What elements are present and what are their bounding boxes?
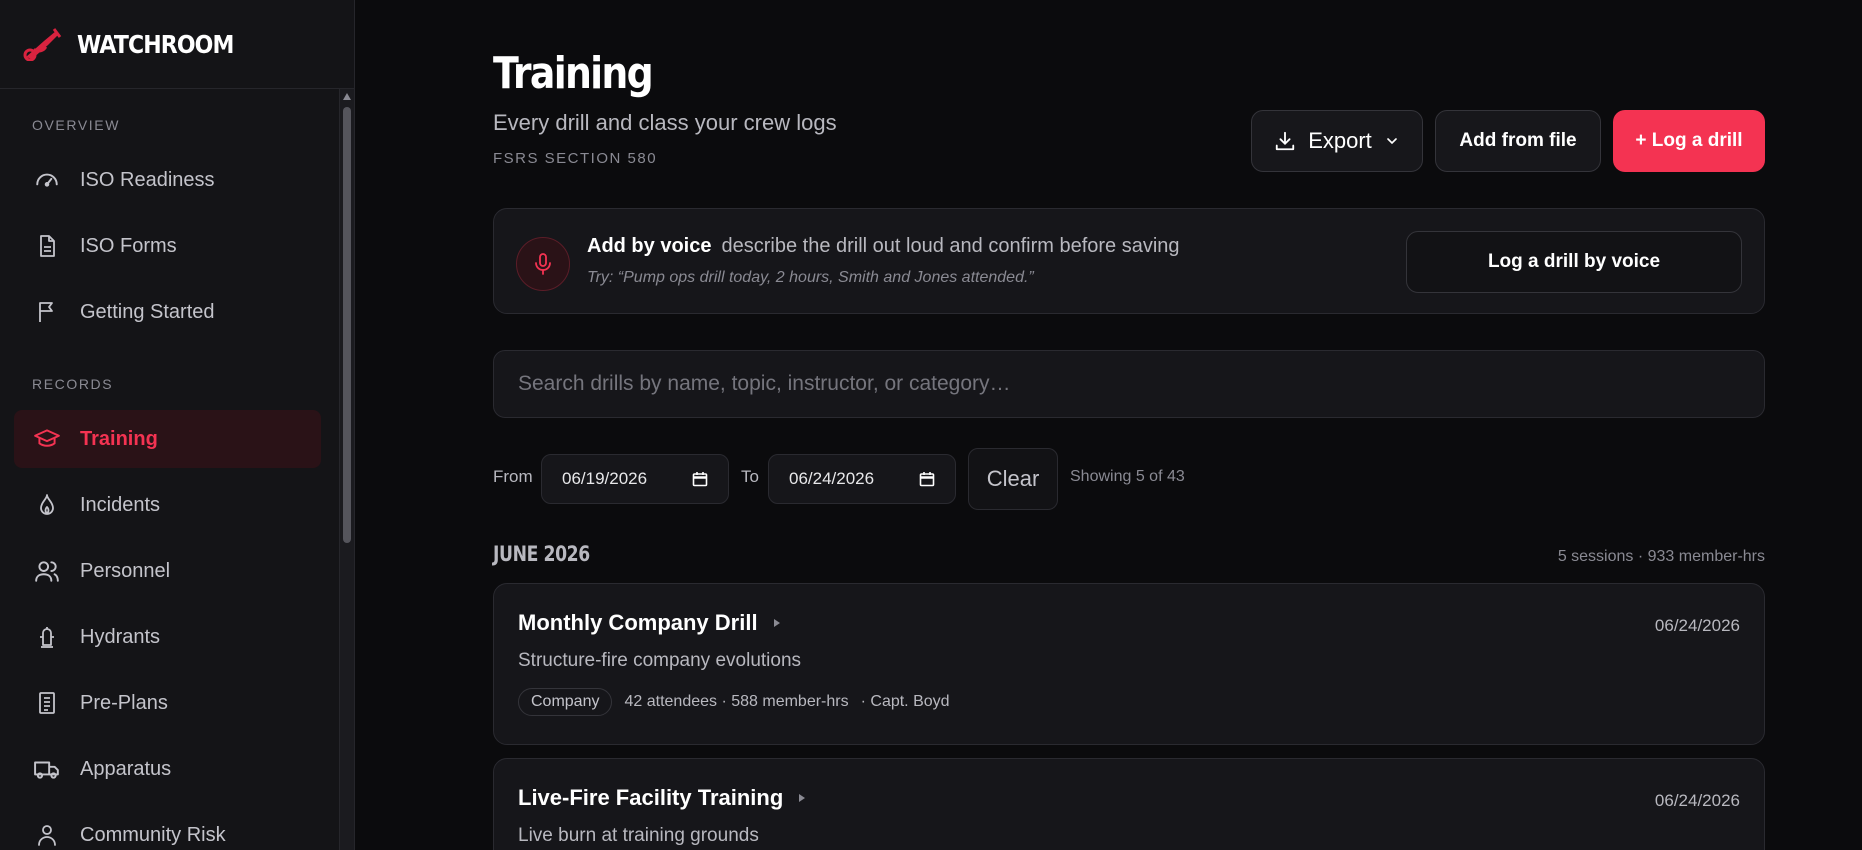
category-chip: Company bbox=[518, 688, 613, 716]
sidebar-item-label: Personnel bbox=[80, 559, 171, 582]
sidebar-item-label: Community Risk bbox=[80, 823, 226, 846]
sidebar-item-label: ISO Forms bbox=[80, 234, 177, 257]
to-date-input[interactable]: 06/24/2026 bbox=[768, 454, 956, 504]
sidebar-item-iso-readiness[interactable]: ISO Readiness bbox=[14, 151, 321, 209]
sidebar-nav: OVERVIEW ISO Readiness ISO Forms Getting… bbox=[0, 89, 340, 850]
sidebar-item-label: Hydrants bbox=[80, 625, 161, 648]
month-stats: 5 sessions · 933 member-hrs bbox=[1557, 548, 1765, 565]
caret-right-icon bbox=[799, 794, 806, 802]
download-icon bbox=[1274, 130, 1296, 152]
sidebar-item-label: Incidents bbox=[80, 493, 161, 516]
drill-date: 06/24/2026 bbox=[1654, 791, 1740, 810]
scroll-up-arrow-icon[interactable] bbox=[343, 93, 351, 100]
drill-meta: Company 42 attendees · 588 member-hrs · … bbox=[518, 688, 950, 716]
drill-description: Live burn at training grounds bbox=[518, 825, 759, 846]
month-heading: JUNE 2026 bbox=[493, 542, 590, 566]
voice-description: describe the drill out loud and confirm … bbox=[721, 235, 1180, 257]
sidebar-item-label: ISO Readiness bbox=[80, 168, 215, 191]
drill-title-text: Live-Fire Facility Training bbox=[518, 785, 784, 810]
to-date-value: 06/24/2026 bbox=[789, 469, 875, 488]
scroll-thumb[interactable] bbox=[343, 107, 351, 543]
flame-icon bbox=[32, 490, 62, 520]
from-date-value: 06/19/2026 bbox=[562, 469, 648, 488]
sidebar-item-training[interactable]: Training bbox=[14, 410, 321, 468]
sidebar-item-getting-started[interactable]: Getting Started bbox=[14, 283, 321, 341]
from-date-input[interactable]: 06/19/2026 bbox=[541, 454, 729, 504]
sidebar-item-community-risk[interactable]: Community Risk bbox=[14, 806, 321, 850]
sidebar-item-hydrants[interactable]: Hydrants bbox=[14, 608, 321, 666]
clear-dates-button[interactable]: Clear bbox=[968, 448, 1058, 510]
search-input[interactable] bbox=[493, 350, 1765, 418]
bugle-icon bbox=[22, 24, 62, 64]
sidebar-item-personnel[interactable]: Personnel bbox=[14, 542, 321, 600]
clipboard-icon bbox=[32, 688, 62, 718]
sidebar-item-label: Getting Started bbox=[80, 300, 215, 323]
to-label: To bbox=[741, 467, 759, 486]
sidebar-item-label: Apparatus bbox=[80, 757, 172, 780]
page-subtitle: Every drill and class your crew logs bbox=[493, 110, 837, 135]
voice-example: Try: “Pump ops drill today, 2 hours, Smi… bbox=[587, 269, 1034, 286]
person-icon bbox=[32, 820, 62, 850]
gauge-icon bbox=[32, 165, 62, 195]
sidebar-item-apparatus[interactable]: Apparatus bbox=[14, 740, 321, 798]
drill-date: 06/24/2026 bbox=[1654, 616, 1740, 635]
voice-heading: Add by voice describe the drill out loud … bbox=[587, 235, 1180, 258]
sidebar-item-pre-plans[interactable]: Pre-Plans bbox=[14, 674, 321, 732]
sidebar-scrollbar[interactable] bbox=[339, 89, 354, 850]
page-section-tag: FSRS SECTION 580 bbox=[493, 150, 658, 167]
truck-icon bbox=[32, 754, 62, 784]
export-button[interactable]: Export bbox=[1251, 110, 1423, 172]
sidebar-item-label: Training bbox=[80, 427, 158, 450]
calendar-icon[interactable] bbox=[692, 471, 708, 492]
voice-card: Add by voice describe the drill out loud … bbox=[493, 208, 1765, 314]
sidebar: WATCHROOM OVERVIEW ISO Readiness ISO For… bbox=[0, 0, 355, 850]
results-count: Showing 5 of 43 bbox=[1070, 468, 1185, 485]
brand-name: WATCHROOM bbox=[77, 29, 234, 59]
sidebar-item-iso-forms[interactable]: ISO Forms bbox=[14, 217, 321, 275]
hydrant-icon bbox=[32, 622, 62, 652]
drill-description: Structure-fire company evolutions bbox=[518, 650, 802, 671]
page-title: Training bbox=[493, 48, 654, 99]
drill-card[interactable]: Monthly Company Drill 06/24/2026 Structu… bbox=[493, 583, 1765, 745]
chevron-down-icon bbox=[1384, 133, 1400, 149]
calendar-icon[interactable] bbox=[919, 471, 935, 492]
drill-title: Monthly Company Drill bbox=[518, 610, 780, 636]
sidebar-item-label: Pre-Plans bbox=[80, 691, 168, 714]
section-label-overview: OVERVIEW bbox=[32, 117, 121, 133]
from-label: From bbox=[493, 467, 533, 486]
drill-instructor: · Capt. Boyd bbox=[860, 693, 950, 710]
users-icon bbox=[32, 556, 62, 586]
brand[interactable]: WATCHROOM bbox=[0, 0, 354, 89]
microphone-icon[interactable] bbox=[516, 237, 570, 291]
section-label-records: RECORDS bbox=[32, 376, 114, 392]
drill-title-text: Monthly Company Drill bbox=[518, 610, 758, 635]
drill-title: Live-Fire Facility Training bbox=[518, 785, 806, 811]
drill-card[interactable]: Live-Fire Facility Training 06/24/2026 L… bbox=[493, 758, 1765, 850]
add-from-file-button[interactable]: Add from file bbox=[1435, 110, 1601, 172]
document-icon bbox=[32, 231, 62, 261]
flag-icon bbox=[32, 297, 62, 327]
export-label: Export bbox=[1308, 128, 1372, 153]
graduation-cap-icon bbox=[32, 424, 62, 454]
log-drill-button[interactable]: + Log a drill bbox=[1613, 110, 1765, 172]
voice-title: Add by voice bbox=[587, 235, 712, 257]
sidebar-item-incidents[interactable]: Incidents bbox=[14, 476, 321, 534]
caret-right-icon bbox=[773, 619, 780, 627]
drill-stats: 42 attendees · 588 member-hrs bbox=[624, 693, 849, 710]
log-drill-by-voice-button[interactable]: Log a drill by voice bbox=[1406, 231, 1742, 293]
